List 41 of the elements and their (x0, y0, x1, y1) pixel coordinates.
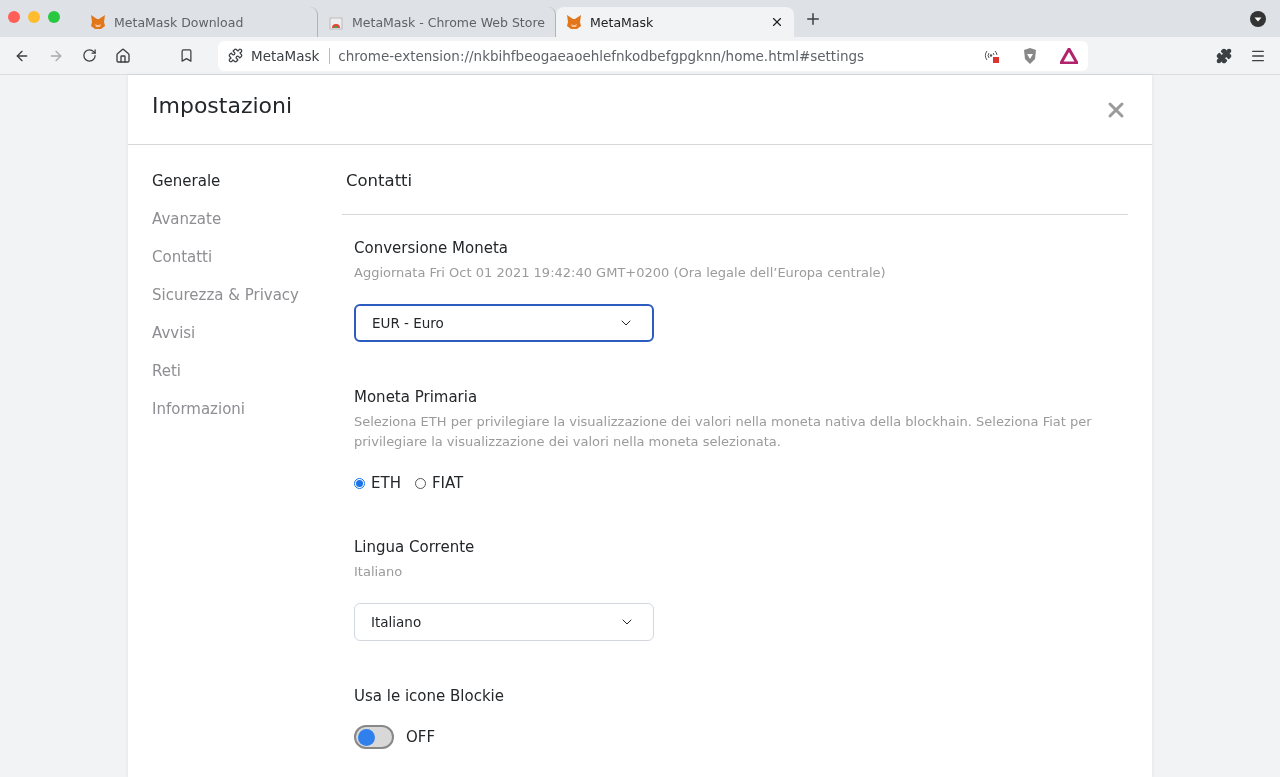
dropdown[interactable]: EUR - Euro (354, 304, 654, 342)
radio-option[interactable]: ETH (354, 474, 401, 492)
sidebar-item[interactable]: Sicurezza & Privacy (152, 285, 342, 306)
sidebar-item[interactable]: Reti (152, 361, 342, 382)
close-icon[interactable] (770, 15, 784, 29)
bookmark-button[interactable] (179, 48, 194, 63)
toggle-switch[interactable] (354, 725, 394, 749)
url-text: chrome-extension://nkbihfbeogaeaoehlefnkodbefgpgknn/home.html#settings (338, 47, 866, 64)
setting-description: Aggiornata Fri Oct 01 2021 19:42:40 GMT+0200 (Ora legale dell’Europa centrale) (354, 264, 887, 282)
page-title: Impostazioni (152, 93, 293, 118)
broadcast-icon (984, 48, 1000, 63)
fox-icon (566, 14, 582, 30)
sidebar-item[interactable]: Contatti (152, 247, 342, 268)
section-title: Contatti (342, 145, 1128, 215)
setting-title: Moneta Primaria (354, 388, 479, 406)
fox-icon (90, 14, 106, 30)
home-button[interactable] (115, 47, 131, 64)
dropdown[interactable]: Italiano (354, 603, 654, 641)
radio-label: ETH (371, 474, 401, 492)
puzzle-icon (228, 48, 243, 63)
setting-title: Conversione Moneta (354, 239, 510, 257)
extensions-button[interactable] (1216, 47, 1232, 64)
setting-title: Lingua Corrente (354, 538, 476, 556)
setting-description: Italiano (354, 563, 404, 581)
sidebar-item[interactable]: Informazioni (152, 399, 342, 420)
sidebar-item[interactable]: Avvisi (152, 323, 342, 344)
store-icon (328, 14, 344, 30)
reload-button[interactable] (82, 48, 97, 63)
triangle-icon[interactable] (1060, 47, 1078, 64)
tab-menu-button[interactable] (1250, 10, 1266, 27)
address-bar[interactable]: MetaMask chrome-extension://nkbihfbeogaeaoehlefnkodbefgpgknn/home.html#settings (218, 40, 1088, 71)
radio-label: FIAT (431, 474, 464, 492)
setting-description: Seleziona ETH per privilegiare la visualizzazione dei valori nella moneta nativa della blockhain. Seleziona Fiat per privilegiare la visualizzazione dei valori nella moneta selezionata. (354, 413, 1093, 451)
sidebar-item[interactable]: Generale (152, 171, 342, 192)
setting-title: Usa le icone Blockie (354, 687, 505, 705)
site-label: MetaMask (251, 47, 331, 64)
toggle-state-label: OFF (406, 728, 436, 746)
shield-icon[interactable] (1022, 46, 1038, 65)
browser-tab[interactable]: MetaMask (556, 7, 794, 37)
sidebar-item[interactable]: Avanzate (152, 209, 342, 230)
radio-option[interactable]: FIAT (414, 474, 464, 492)
